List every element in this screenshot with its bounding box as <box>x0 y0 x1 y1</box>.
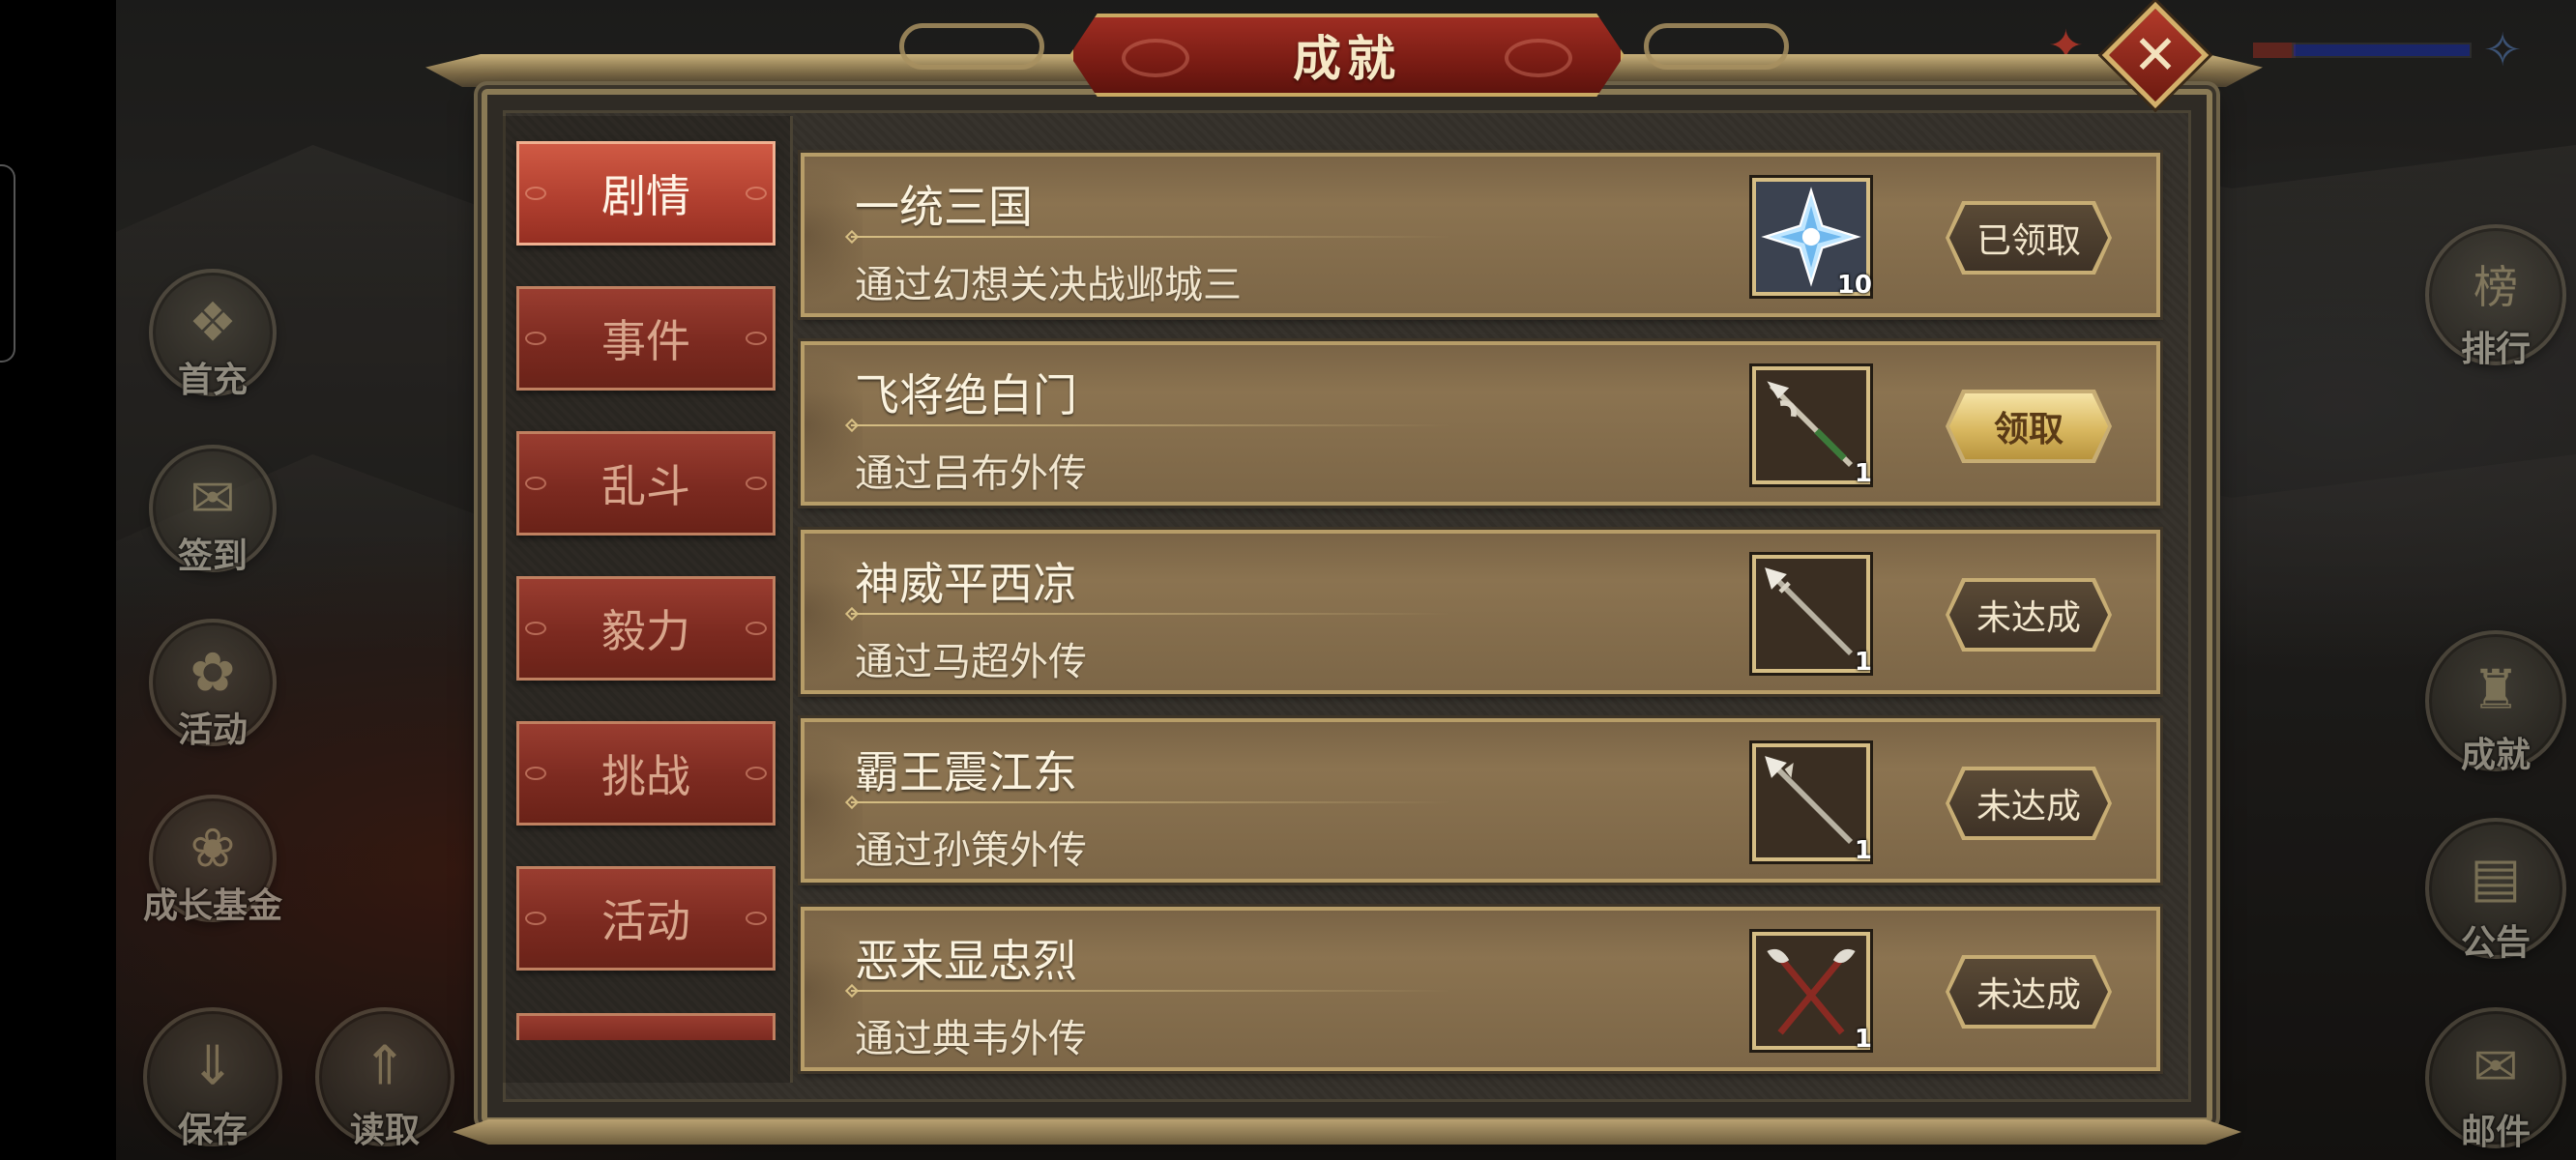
achievement-button[interactable]: ♜ 成就 <box>2425 630 2566 775</box>
notice-label: 公告 <box>2460 923 2532 963</box>
reward-count: 1 <box>1854 459 1872 488</box>
close-x-icon[interactable]: ✕ <box>2118 17 2193 93</box>
flower-icon: ✿ <box>190 641 236 705</box>
right-ornament <box>1644 23 1789 70</box>
tab-activity[interactable]: 活动 <box>516 866 776 971</box>
plant-icon: ❀ <box>190 817 236 881</box>
tab-label: 剧情 <box>601 170 690 222</box>
tab-label: 活动 <box>601 895 690 947</box>
achievement-name: 神威平西凉 <box>855 558 1077 610</box>
ranking-label: 排行 <box>2460 330 2532 369</box>
tab-brawl[interactable]: 乱斗 <box>516 431 776 536</box>
tab-more-partial[interactable] <box>516 1013 776 1040</box>
achievement-desc: 通过孙策外传 <box>855 828 1087 873</box>
spear-icon <box>1756 559 1866 669</box>
page-title: 成就 <box>1293 31 1401 87</box>
reward-item[interactable]: 1 <box>1752 743 1872 865</box>
title-plaque: 成就 <box>1069 14 1625 97</box>
reward-item[interactable]: 10 <box>1752 178 1872 300</box>
load-button[interactable]: ⇑ 读取 <box>315 1007 454 1150</box>
sign-in-label: 签到 <box>177 536 249 576</box>
mail-label: 邮件 <box>2460 1113 2532 1152</box>
first-recharge-label: 首充 <box>177 361 249 400</box>
notice-button[interactable]: ▤ 公告 <box>2425 818 2566 963</box>
achievement-row: 一统三国 通过幻想关决战邺城三 10 已领取 <box>801 153 2160 317</box>
first-recharge-button[interactable]: ❖ 首充 <box>149 269 277 400</box>
not-achieved-button[interactable]: 未达成 <box>1949 770 2108 836</box>
tab-label: 乱斗 <box>601 460 690 512</box>
scroll-icon: ✉ <box>190 467 236 531</box>
growth-fund-button[interactable]: ❀ 成长基金 <box>143 795 282 926</box>
tab-endurance[interactable]: 毅力 <box>516 576 776 681</box>
ranking-button[interactable]: 榜 排行 <box>2425 224 2566 369</box>
load-icon: ⇑ <box>362 1034 408 1098</box>
achievement-desc: 通过马超外传 <box>855 640 1087 684</box>
status-bar-red <box>2253 43 2296 58</box>
notice-icon: ▤ <box>2470 846 2522 910</box>
sign-in-button[interactable]: ✉ 签到 <box>149 445 277 576</box>
twin-axes-icon <box>1756 936 1866 1046</box>
save-label: 保存 <box>177 1111 249 1150</box>
achievement-label: 成就 <box>2460 736 2532 775</box>
achievement-row: 恶来显忠烈 通过典韦外传 1 未达成 <box>801 907 2160 1071</box>
screen-notch <box>0 164 15 362</box>
achievement-desc: 通过典韦外传 <box>855 1017 1087 1061</box>
achievement-name: 一统三国 <box>855 181 1033 233</box>
achievement-icon: ♜ <box>2471 658 2521 722</box>
claim-button[interactable]: 领取 <box>1949 393 2108 459</box>
achievement-desc: 通过幻想关决战邺城三 <box>855 263 1242 307</box>
events-label: 活动 <box>177 710 249 750</box>
bird-icon: ✧ <box>2483 23 2523 77</box>
panel-bottom-rail <box>453 1119 2241 1145</box>
treasure-icon: ❖ <box>188 291 238 355</box>
tab-challenge[interactable]: 挑战 <box>516 721 776 826</box>
reward-count: 1 <box>1854 1025 1872 1054</box>
achievement-row: 飞将绝白门 通过吕布外传 1 领取 <box>801 341 2160 506</box>
achievement-row: 霸王震江东 通过孙策外传 1 未达成 <box>801 718 2160 883</box>
not-achieved-button[interactable]: 未达成 <box>1949 582 2108 648</box>
reward-item[interactable]: 1 <box>1752 366 1872 488</box>
spear-icon <box>1756 747 1866 857</box>
achievement-row: 神威平西凉 通过马超外传 1 未达成 <box>801 530 2160 694</box>
events-button[interactable]: ✿ 活动 <box>149 619 277 750</box>
tab-label: 毅力 <box>601 605 690 657</box>
achievement-name: 恶来显忠烈 <box>855 935 1077 987</box>
claimed-button[interactable]: 已领取 <box>1949 205 2108 271</box>
reward-count: 10 <box>1836 271 1872 300</box>
tab-label: 挑战 <box>601 750 690 802</box>
status-bar <box>2292 43 2472 58</box>
save-button[interactable]: ⇓ 保存 <box>143 1007 282 1150</box>
mail-button[interactable]: ✉ 邮件 <box>2425 1007 2566 1152</box>
reward-item[interactable]: 1 <box>1752 932 1872 1054</box>
growth-fund-label: 成长基金 <box>142 886 283 926</box>
left-ornament <box>899 23 1044 70</box>
not-achieved-button[interactable]: 未达成 <box>1949 959 2108 1025</box>
reward-count: 1 <box>1854 836 1872 865</box>
reward-count: 1 <box>1854 648 1872 677</box>
mail-icon: ✉ <box>2473 1035 2519 1099</box>
halberd-icon <box>1756 370 1866 480</box>
ranking-icon: 榜 <box>2474 260 2518 313</box>
achievement-desc: 通过吕布外传 <box>855 451 1087 496</box>
save-icon: ⇓ <box>190 1034 236 1098</box>
load-label: 读取 <box>349 1111 421 1150</box>
achievement-name: 飞将绝白门 <box>855 369 1077 421</box>
reward-item[interactable]: 1 <box>1752 555 1872 677</box>
tab-label: 事件 <box>601 315 690 367</box>
tab-event[interactable]: 事件 <box>516 286 776 391</box>
tab-story[interactable]: 剧情 <box>516 141 776 246</box>
achievement-name: 霸王震江东 <box>855 746 1077 798</box>
